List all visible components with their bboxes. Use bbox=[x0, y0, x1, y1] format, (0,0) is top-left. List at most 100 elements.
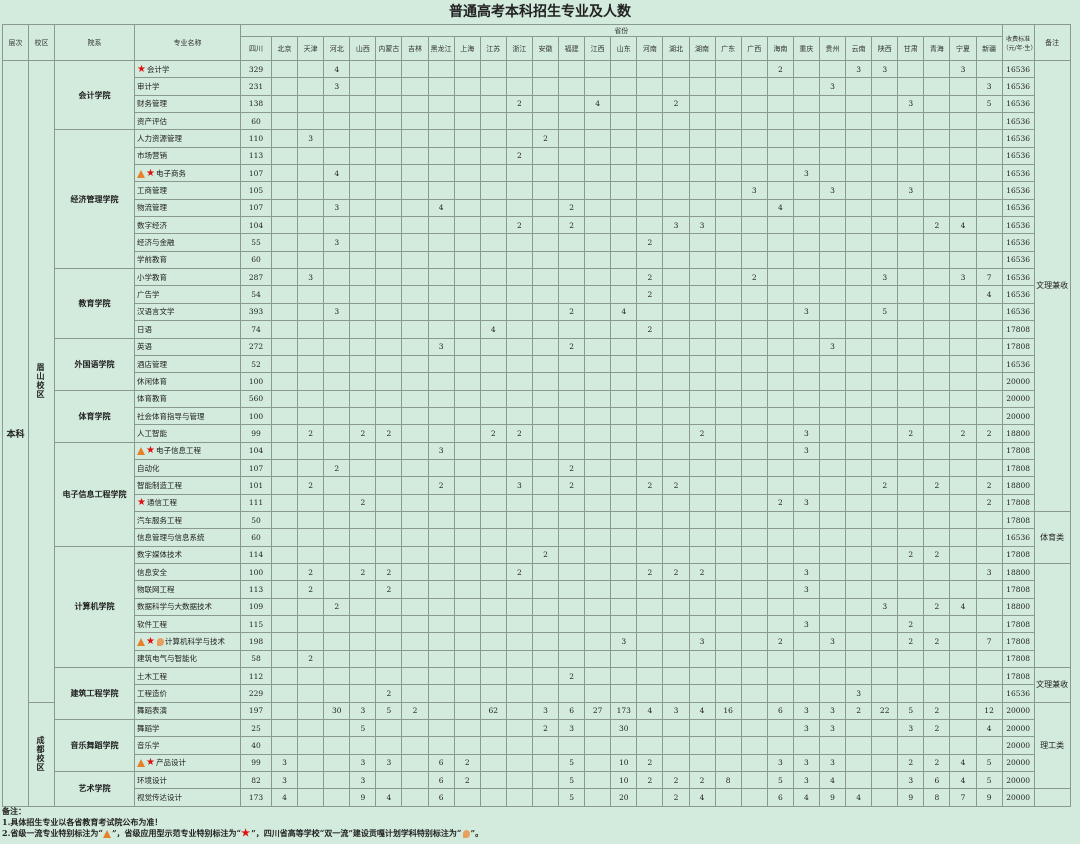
quota-cell: 9 bbox=[818, 788, 847, 807]
quota-cell bbox=[688, 389, 716, 408]
quota-cell bbox=[740, 233, 768, 252]
quota-cell bbox=[662, 458, 690, 478]
quota-cell bbox=[531, 597, 560, 617]
quota-cell bbox=[714, 614, 742, 634]
quota-cell bbox=[531, 614, 560, 634]
quota-cell bbox=[845, 614, 873, 634]
quota-cell bbox=[584, 597, 612, 617]
quota-cell bbox=[349, 667, 377, 686]
quota-cell bbox=[949, 736, 977, 755]
quota-cell bbox=[297, 771, 325, 790]
quota-cell: 3 bbox=[871, 59, 899, 79]
quota-cell bbox=[610, 614, 638, 634]
quota-cell bbox=[636, 545, 664, 564]
table-row: 经济与金融 55 3 2 16536 bbox=[3, 233, 1071, 252]
quota-cell bbox=[427, 233, 455, 252]
quota-cell bbox=[610, 181, 638, 200]
quota-cell bbox=[270, 684, 299, 703]
quota-cell bbox=[427, 510, 455, 530]
fee-cell: 16536 bbox=[1001, 146, 1035, 166]
quota-cell bbox=[818, 112, 847, 131]
quota-cell bbox=[270, 493, 299, 512]
major-cell: 财务管理 bbox=[134, 94, 241, 114]
quota-cell bbox=[270, 458, 299, 478]
quota-cell bbox=[740, 528, 768, 547]
quota-cell bbox=[949, 337, 977, 356]
quota-cell bbox=[453, 424, 481, 443]
quota-cell bbox=[375, 164, 403, 183]
drop-icon bbox=[462, 830, 470, 838]
quota-cell bbox=[505, 441, 533, 460]
quota-cell bbox=[897, 146, 925, 166]
quota-cell bbox=[505, 788, 533, 807]
major-name: 会计学 bbox=[146, 64, 170, 74]
quota-cell bbox=[871, 181, 899, 200]
quota-cell bbox=[897, 250, 925, 270]
quota-cell bbox=[505, 389, 533, 408]
quota-cell bbox=[297, 198, 325, 218]
quota-cell: 3 bbox=[897, 719, 925, 738]
quota-cell bbox=[636, 667, 664, 686]
fee-cell: 16536 bbox=[1001, 112, 1035, 131]
quota-cell: 2 bbox=[531, 719, 560, 738]
quota-cell bbox=[792, 649, 820, 669]
quota-cell bbox=[505, 337, 533, 356]
quota-cell bbox=[923, 94, 951, 114]
quota-cell: 6 bbox=[558, 701, 586, 721]
notes-line-2-a: 2.省级一流专业特别标注为“ bbox=[2, 828, 103, 838]
quota-cell bbox=[740, 632, 768, 651]
fee-cell: 20000 bbox=[1001, 753, 1035, 773]
quota-cell bbox=[401, 129, 429, 148]
quota-cell bbox=[740, 59, 768, 79]
quota-cell bbox=[401, 614, 429, 634]
quota-cell bbox=[792, 112, 820, 131]
quota-cell bbox=[297, 493, 325, 512]
quota-cell bbox=[636, 354, 664, 374]
fee-cell: 16536 bbox=[1001, 164, 1035, 183]
quota-cell bbox=[349, 736, 377, 755]
quota-cell: 100 bbox=[240, 406, 272, 426]
quota-cell bbox=[662, 372, 690, 391]
major-cell: ★电子商务 bbox=[134, 164, 241, 183]
quota-cell bbox=[558, 614, 586, 634]
quota-cell bbox=[375, 389, 403, 408]
quota-cell: 287 bbox=[240, 268, 272, 287]
quota-cell bbox=[427, 736, 455, 755]
quota-cell bbox=[688, 458, 716, 478]
quota-cell bbox=[297, 667, 325, 686]
quota-cell bbox=[923, 112, 951, 131]
quota-cell: 2 bbox=[297, 562, 325, 582]
quota-cell bbox=[349, 302, 377, 322]
major-name: 智能制造工程 bbox=[137, 480, 182, 490]
major-name: 数字经济 bbox=[137, 220, 167, 230]
quota-cell bbox=[270, 181, 299, 200]
quota-cell bbox=[584, 476, 612, 495]
quota-cell bbox=[662, 250, 690, 270]
quota-cell bbox=[845, 372, 873, 391]
quota-cell bbox=[297, 216, 325, 235]
quota-cell bbox=[949, 77, 977, 96]
quota-cell bbox=[897, 302, 925, 322]
quota-cell: 2 bbox=[975, 493, 1003, 512]
quota-cell bbox=[636, 59, 664, 79]
quota-cell bbox=[558, 632, 586, 651]
quota-cell bbox=[975, 580, 1003, 599]
quota-cell: 104 bbox=[240, 216, 272, 235]
quota-cell bbox=[610, 493, 638, 512]
quota-cell: 2 bbox=[766, 632, 794, 651]
quota-cell bbox=[766, 406, 794, 426]
quota-cell bbox=[766, 649, 794, 669]
quota-cell bbox=[427, 302, 455, 322]
quota-cell bbox=[375, 337, 403, 356]
quota-cell bbox=[584, 389, 612, 408]
quota-cell bbox=[845, 510, 873, 530]
quota-cell bbox=[349, 94, 377, 114]
quota-cell bbox=[714, 302, 742, 322]
table-row: 外国语学院 英语 272 3 2 3 17808 bbox=[3, 337, 1071, 391]
fee-cell: 20000 bbox=[1001, 719, 1035, 738]
quota-cell: 7 bbox=[975, 632, 1003, 651]
quota-cell bbox=[949, 112, 977, 131]
college-cell: 建筑工程学院 bbox=[54, 667, 135, 721]
quota-cell bbox=[349, 597, 377, 617]
header-province: 宁夏 bbox=[949, 36, 977, 61]
